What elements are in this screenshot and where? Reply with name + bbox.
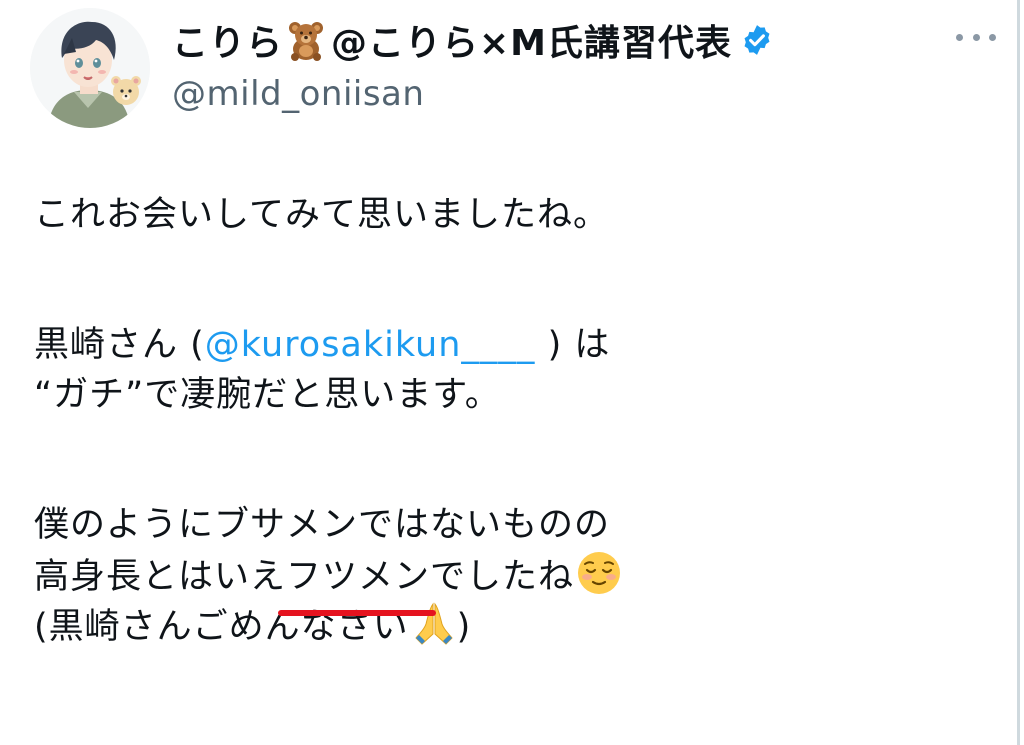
tweet-line: “ガチ”で凄腕だと思います。 xyxy=(34,375,501,415)
author-display-name-suffix[interactable]: @こりら×M氏講習代表 xyxy=(331,14,732,66)
author-avatar[interactable] xyxy=(30,8,150,128)
verified-badge-icon[interactable] xyxy=(740,23,774,57)
tweet-line: (黒崎さんごめんなさい ) xyxy=(34,600,622,650)
tweet-text-segment: でしたね xyxy=(430,557,575,597)
tweet-text-segment: 高身長とはいえ xyxy=(34,557,287,597)
avatar-illustration xyxy=(30,8,150,128)
highlighted-word: フツメン xyxy=(278,552,437,616)
more-options-icon[interactable] xyxy=(956,30,996,44)
author-name-row[interactable]: こりら @こりら×M氏講習代表 xyxy=(172,12,954,68)
tweet-text: これお会いしてみて思いましたね。 黒崎さん (@kurosakikun____ … xyxy=(34,190,622,650)
folded-hands-icon xyxy=(411,600,457,646)
tweet-header: こりら @こりら×M氏講習代表 @mild_oniisan xyxy=(172,12,954,114)
tweet-line: 僕のようにブサメンではないものの xyxy=(34,505,611,545)
relieved-face-icon xyxy=(576,550,622,596)
teddy-bear-icon xyxy=(285,19,327,61)
tweet-text-segment: ) xyxy=(456,607,472,647)
author-handle[interactable]: @mild_oniisan xyxy=(172,74,954,114)
tweet-text-segment: 黒崎さん ( xyxy=(34,325,205,365)
tweet-line: 黒崎さん (@kurosakikun____ ) は xyxy=(34,320,622,370)
tweet-line: これお会いしてみて思いましたね。 xyxy=(34,195,609,235)
tweet-line: 高身長とはいえフツメン でしたね xyxy=(34,550,622,616)
tweet-text-segment: ) は xyxy=(535,325,611,365)
more-dot xyxy=(956,33,963,41)
author-display-name[interactable]: こりら xyxy=(172,14,283,66)
more-dot xyxy=(989,33,996,41)
scrollbar-edge xyxy=(1017,0,1020,745)
highlighted-word-text: フツメン xyxy=(286,557,431,597)
more-dot xyxy=(972,33,980,41)
red-underline-annotation xyxy=(278,610,437,616)
mention-link[interactable]: @kurosakikun____ xyxy=(205,325,536,365)
tweet-card: こりら @こりら×M氏講習代表 @mild_oniisan これお会いしてみて思… xyxy=(0,0,1024,745)
